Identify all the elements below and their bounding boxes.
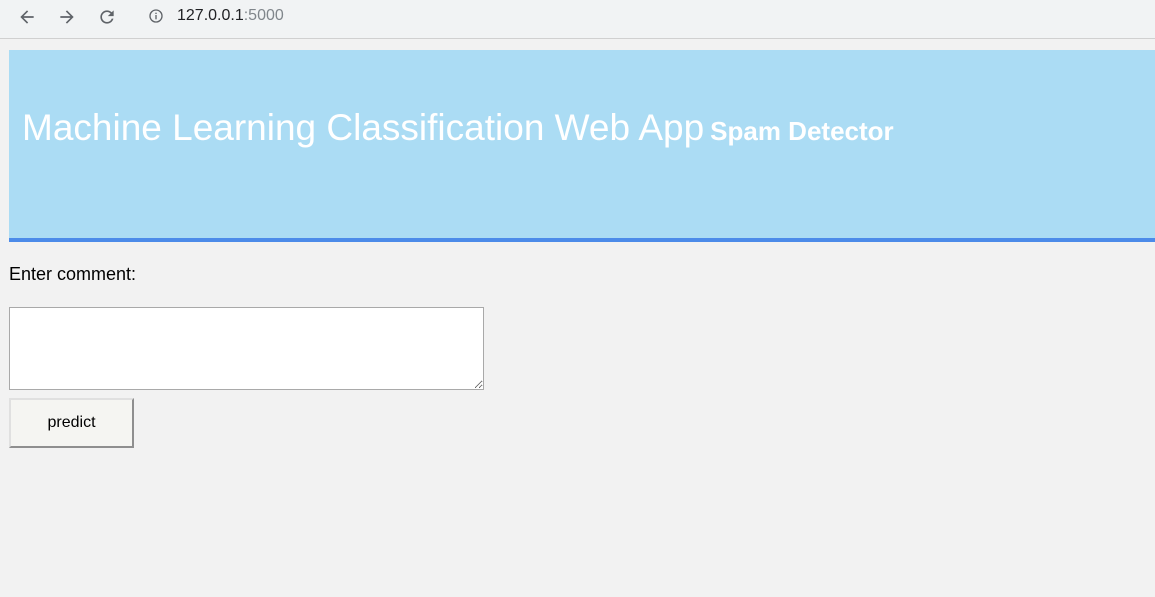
- arrow-right-icon: [60, 10, 74, 24]
- reload-button[interactable]: [92, 4, 122, 30]
- predict-button[interactable]: predict: [9, 398, 134, 448]
- url-text: 127.0.0.1:5000: [177, 6, 284, 26]
- page-title: Machine Learning Classification Web App S…: [22, 106, 894, 153]
- arrow-left-icon: [20, 10, 34, 24]
- browser-toolbar: 127.0.0.1:5000: [0, 0, 1155, 39]
- url-port: :5000: [243, 7, 284, 24]
- header-banner: Machine Learning Classification Web App S…: [9, 50, 1155, 242]
- app-title: Machine Learning Classification Web App: [22, 107, 705, 148]
- reload-icon: [100, 10, 114, 24]
- info-icon[interactable]: [148, 8, 164, 24]
- comment-input[interactable]: [9, 307, 484, 390]
- forward-button[interactable]: [52, 4, 82, 30]
- comment-label: Enter comment:: [9, 264, 137, 284]
- url-host: 127.0.0.1: [177, 7, 244, 24]
- app-subtitle: Spam Detector: [710, 116, 894, 146]
- back-button[interactable]: [12, 4, 42, 30]
- address-bar[interactable]: 127.0.0.1:5000: [134, 0, 1155, 33]
